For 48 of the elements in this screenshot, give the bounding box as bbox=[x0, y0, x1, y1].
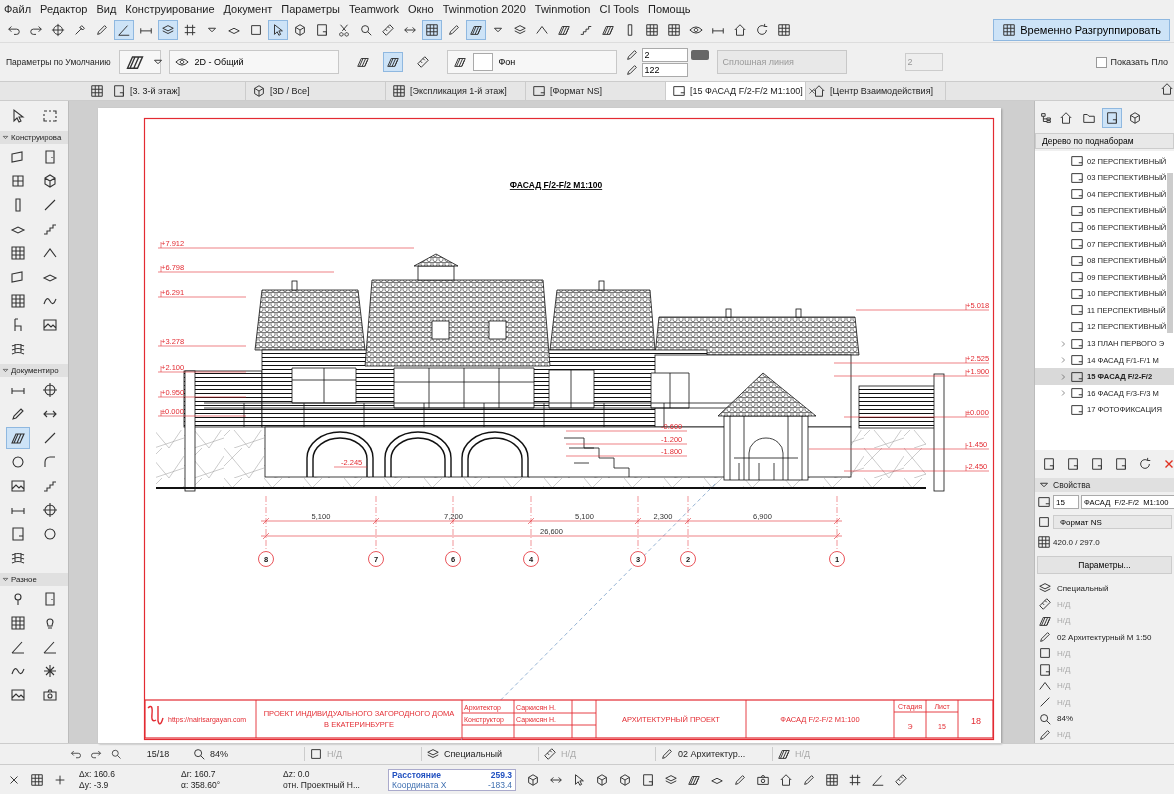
format-dropdown[interactable]: Формат NS bbox=[1053, 515, 1172, 530]
pen-field[interactable]: 2 bbox=[641, 47, 688, 62]
coordinate-value: Δy: -3.9 bbox=[79, 779, 110, 791]
drawing-title: ФАСАД F/2-F/2 M1:100 bbox=[509, 180, 603, 190]
preset-label: Параметры по Умолчанию bbox=[6, 57, 111, 67]
view-setting-field[interactable]: Специальный bbox=[421, 747, 534, 761]
sheet-number-field[interactable]: 15 bbox=[1053, 495, 1079, 510]
tracker-label: Координата X bbox=[392, 779, 447, 790]
menu-item[interactable]: Параметры bbox=[281, 3, 340, 15]
view-setting-field[interactable]: 02 Архитектур... bbox=[655, 747, 768, 761]
ungroup-button[interactable]: Временно Разгруппировать bbox=[993, 19, 1170, 41]
sheet-total: 18 bbox=[971, 716, 981, 726]
menu-item[interactable]: Twinmotion 2020 bbox=[442, 3, 526, 15]
menu-item[interactable]: Конструирование bbox=[125, 3, 215, 15]
parameters-button[interactable]: Параметры... bbox=[1037, 556, 1172, 574]
menu-item[interactable]: Вид bbox=[96, 3, 117, 15]
background-dropdown[interactable]: Фон bbox=[446, 50, 617, 74]
tracker-value: -183.4 bbox=[487, 779, 512, 790]
coordinate-reference: отн. Проектный Н... bbox=[283, 779, 361, 791]
layer-dropdown[interactable]: 2D - Общий bbox=[168, 50, 339, 74]
menu-item[interactable]: Teamwork bbox=[348, 3, 400, 15]
tracker-value: 259.3 bbox=[490, 769, 512, 780]
document-tab[interactable]: [3. 3-й этаж] bbox=[106, 82, 246, 100]
property-row[interactable]: 84% bbox=[1035, 710, 1174, 727]
coordinate-value: Δz: 0.0 bbox=[283, 768, 311, 780]
pen-field[interactable]: 122 bbox=[641, 62, 688, 77]
menu-item[interactable]: Документ bbox=[223, 3, 273, 15]
menu-item[interactable]: Помощь bbox=[648, 3, 691, 15]
coordinate-value: α: 358.60° bbox=[181, 779, 222, 791]
menu-item[interactable]: Редактор bbox=[40, 3, 88, 15]
show-checkbox[interactable]: Показать Пло bbox=[1096, 56, 1168, 68]
view-mode-dropdown[interactable]: Дерево по поднаборам bbox=[1035, 132, 1174, 149]
coordinate-value: Δx: 160.6 bbox=[79, 768, 116, 780]
document-tab[interactable]: [3D / Все] bbox=[246, 82, 386, 100]
property-row[interactable]: Специальный bbox=[1035, 580, 1174, 597]
coordinate-value: Δr: 160.7 bbox=[181, 768, 217, 780]
sheet-size: 420.0 / 297.0 bbox=[1053, 537, 1100, 547]
zoom-field[interactable]: 84% bbox=[210, 749, 300, 759]
menu-item[interactable]: Twinmotion bbox=[534, 3, 591, 15]
document-tab[interactable]: [Экспликация 1-й этаж] bbox=[386, 82, 526, 100]
menu-item[interactable]: Окно bbox=[408, 3, 434, 15]
page-indicator[interactable]: 15/18 bbox=[128, 749, 188, 759]
menu-item[interactable]: Файл bbox=[4, 3, 32, 15]
menu-item[interactable]: CI Tools bbox=[599, 3, 639, 15]
document-tab[interactable]: [Центр Взаимодействия] bbox=[806, 82, 946, 100]
properties-header[interactable]: Свойства bbox=[1035, 478, 1174, 493]
property-row[interactable]: 02 Архитектурный М 1:50 bbox=[1035, 628, 1174, 646]
tracker-label: Расстояние bbox=[392, 769, 441, 780]
